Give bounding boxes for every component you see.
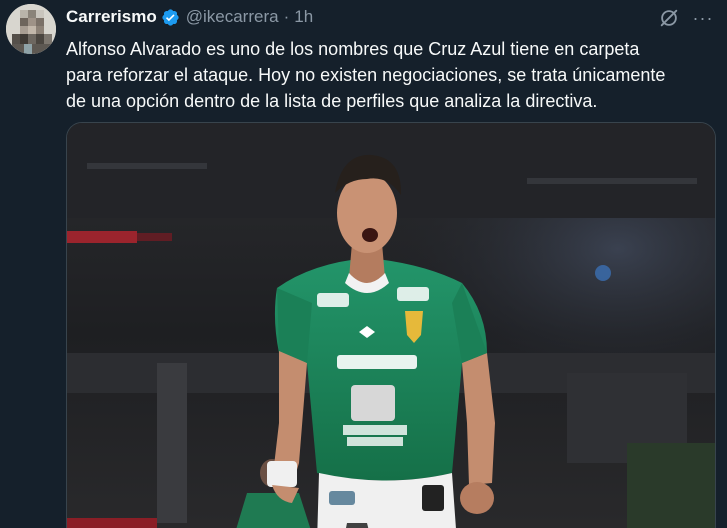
more-options-button[interactable]: ··· [690,5,716,31]
verified-badge-icon [161,8,180,27]
tweet-photo[interactable] [66,122,716,528]
player-celebration-photo [67,123,715,528]
avatar-pixelated-image [6,4,56,54]
timestamp[interactable]: 1h [294,7,313,27]
tweet-text-line: Alfonso Alvarado es uno de los nombres q… [66,39,640,59]
tweet-header: Carrerismo @ikecarrera · 1h [66,6,313,28]
tweet-text: Alfonso Alvarado es uno de los nombres q… [66,36,716,114]
tweet-text-line: de una opción dentro de la lista de perf… [66,91,598,111]
tweet-text-line: para reforzar el ataque. Hoy no existen … [66,65,666,85]
separator-dot: · [283,7,290,26]
tweet[interactable]: Carrerismo @ikecarrera · 1h ··· Alfonso … [0,0,727,528]
grok-icon[interactable] [656,5,682,31]
author-name[interactable]: Carrerismo [66,7,157,27]
author-handle[interactable]: @ikecarrera [186,7,279,27]
avatar[interactable] [6,4,56,54]
